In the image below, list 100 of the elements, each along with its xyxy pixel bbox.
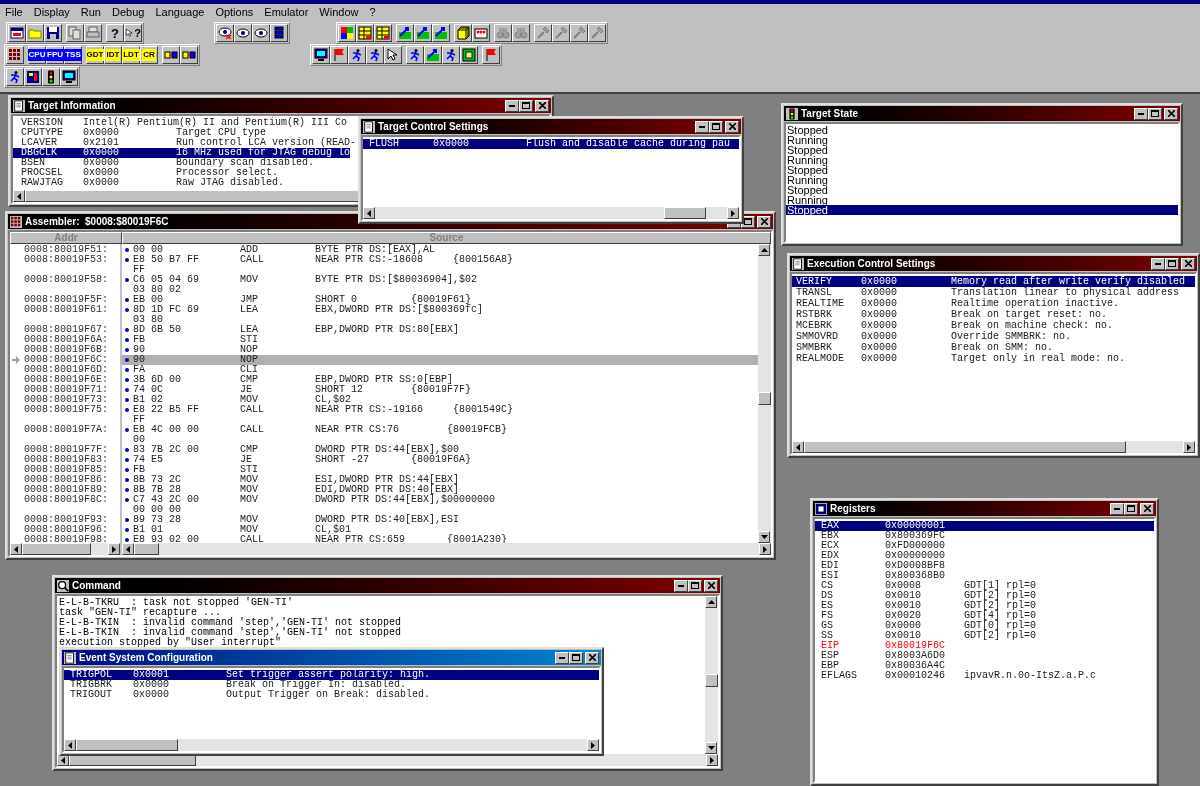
- instruction-row[interactable]: FB STI: [122, 335, 758, 345]
- scroll-right-button[interactable]: [759, 543, 771, 555]
- setting-row[interactable]: TRIGOUT 0x0000 Output Trigger on Break: disabled.: [64, 690, 599, 700]
- toolbar-button[interactable]: [330, 46, 348, 64]
- setting-row[interactable]: VERSION Intel(R) Pentium(R) II and Pentium(R) III Co: [13, 118, 348, 128]
- scrollbar-thumb[interactable]: [663, 207, 706, 219]
- close-button[interactable]: [535, 99, 549, 112]
- instruction-row[interactable]: E8 50 B7 FF FF CALL NEAR PTR CS:-18608 {800156A8}: [122, 255, 758, 275]
- scrollbar-thumb[interactable]: [758, 392, 771, 405]
- toolbar-button[interactable]: [374, 24, 392, 42]
- instruction-row[interactable]: 83 7B 2C 00 CMP DWORD PTR DS:44[EBX],$00: [122, 445, 758, 455]
- register-row[interactable]: EDX 0x00000000: [815, 551, 1154, 561]
- toolbar-button[interactable]: [442, 46, 460, 64]
- toolbar-button[interactable]: CR: [140, 46, 158, 64]
- register-row[interactable]: CS 0x0008 GDT[1] rpl=0: [815, 581, 1154, 591]
- scroll-down-button[interactable]: [758, 531, 770, 543]
- setting-row[interactable]: RAWJTAG 0x0000 Raw JTAG disabled.: [13, 178, 285, 188]
- toolbar-button[interactable]: ?: [106, 24, 124, 42]
- menu-item[interactable]: Emulator: [264, 3, 309, 21]
- state-row[interactable]: Stopped: [786, 205, 1178, 215]
- register-row[interactable]: SS 0x0010 GDT[2] rpl=0: [815, 631, 1154, 641]
- register-row[interactable]: EIP 0x80019F6C: [815, 641, 1154, 651]
- toolbar-button[interactable]: [216, 24, 234, 42]
- toolbar-button[interactable]: FPU: [46, 46, 64, 64]
- toolbar-button[interactable]: [414, 24, 432, 42]
- scrollbar-thumb[interactable]: [804, 441, 1127, 453]
- maximize-button[interactable]: [1124, 502, 1138, 515]
- menu-item[interactable]: ?: [369, 3, 376, 21]
- register-row[interactable]: EFLAGS 0x00010246 ipvavR.n.0o-ItsZ.a.P.c: [815, 671, 1154, 681]
- instruction-row[interactable]: B1 02 MOV CL,$02: [122, 395, 758, 405]
- register-row[interactable]: ESP 0x8003A6D0: [815, 651, 1154, 661]
- minimize-button[interactable]: [1151, 257, 1165, 270]
- register-row[interactable]: EBX 0x800369FC: [815, 531, 1154, 541]
- scroll-left-button[interactable]: [64, 739, 76, 751]
- toolbar-button[interactable]: [162, 46, 180, 64]
- scrollbar-thumb[interactable]: [76, 739, 179, 751]
- toolbar-button[interactable]: [472, 24, 490, 42]
- state-row[interactable]: Stopped: [786, 145, 1178, 155]
- scroll-up-button[interactable]: [705, 596, 717, 608]
- register-row[interactable]: EDI 0xD0008BF8: [815, 561, 1154, 571]
- setting-row[interactable]: TRIGPOL 0x0001 Set trigger assert polarity: high.: [64, 670, 599, 680]
- maximize-button[interactable]: [1148, 107, 1162, 120]
- toolbar-button[interactable]: CPU: [28, 46, 46, 64]
- instruction-row[interactable]: EB 00 JMP SHORT 0 {80019F61}: [122, 295, 758, 305]
- toolbar-button[interactable]: [366, 46, 384, 64]
- instruction-row[interactable]: 8D 1D FC 69 03 80 LEA EBX,DWORD PTR DS:[$800369fc]: [122, 305, 758, 325]
- toolbar-button[interactable]: [338, 24, 356, 42]
- menu-item[interactable]: File: [5, 3, 23, 21]
- toolbar-button[interactable]: [270, 24, 288, 42]
- register-row[interactable]: GS 0x0000 GDT[0] rpl=0: [815, 621, 1154, 631]
- state-row[interactable]: Running: [786, 135, 1178, 145]
- toolbar-button[interactable]: [6, 46, 24, 64]
- instruction-row[interactable]: E8 22 B5 FF FF CALL NEAR PTR CS:-19166 {8001549C}: [122, 405, 758, 425]
- setting-row[interactable]: LCAVER 0x2101 Run control LCA version (READ-: [13, 138, 357, 148]
- setting-row[interactable]: REALTIME 0x0000 Realtime operation inactive.: [792, 298, 1195, 309]
- register-row[interactable]: EBP 0x80036A4C: [815, 661, 1154, 671]
- setting-row[interactable]: PROCSEL 0x0000 Processor select.: [13, 168, 279, 178]
- setting-row[interactable]: RSTBRK 0x0000 Break on target reset: no.: [792, 309, 1195, 320]
- register-row[interactable]: EAX 0x00000001: [815, 521, 1154, 531]
- menu-item[interactable]: Window: [319, 3, 359, 21]
- scroll-right-button[interactable]: [727, 207, 739, 219]
- instruction-row[interactable]: 00 00 ADD BYTE PTR DS:[EAX],AL: [122, 245, 758, 255]
- close-button[interactable]: [1140, 502, 1154, 515]
- scroll-left-button[interactable]: [10, 543, 22, 555]
- scroll-right-button[interactable]: [587, 739, 599, 751]
- minimize-button[interactable]: [1134, 107, 1148, 120]
- instruction-row[interactable]: E8 4C 00 00 00 CALL NEAR PTR CS:76 {80019FCB}: [122, 425, 758, 445]
- menu-item[interactable]: Debug: [112, 3, 145, 21]
- toolbar-button[interactable]: [424, 46, 442, 64]
- scroll-left-button[interactable]: [13, 190, 25, 202]
- minimize-button[interactable]: [674, 579, 688, 592]
- minimize-button[interactable]: [555, 651, 569, 664]
- toolbar-button[interactable]: [234, 24, 252, 42]
- toolbar-button[interactable]: [42, 68, 60, 86]
- close-button[interactable]: [585, 651, 599, 664]
- setting-row[interactable]: VERIFY 0x0000 Memory read after write verify disabled: [792, 276, 1195, 287]
- menu-item[interactable]: Display: [33, 3, 70, 21]
- close-button[interactable]: [757, 215, 771, 228]
- toolbar-button[interactable]: [252, 24, 270, 42]
- state-row[interactable]: Stopped: [786, 125, 1178, 135]
- state-row[interactable]: Running: [786, 155, 1178, 165]
- state-row[interactable]: Running: [786, 175, 1178, 185]
- maximize-button[interactable]: [519, 99, 533, 112]
- state-row[interactable]: Running: [786, 195, 1178, 205]
- scroll-right-button[interactable]: [706, 754, 718, 766]
- instruction-row[interactable]: 89 73 28 MOV DWORD PTR DS:40[EBX],ESI: [122, 515, 758, 525]
- toolbar-button[interactable]: [180, 46, 198, 64]
- setting-row[interactable]: REALMODE 0x0000 Target only in real mode: no.: [792, 353, 1195, 364]
- menu-item[interactable]: Run: [80, 3, 101, 21]
- scroll-up-button[interactable]: [758, 244, 770, 256]
- setting-row[interactable]: SMMOVRD 0x0000 Override SMMBRK: no.: [792, 331, 1195, 342]
- close-button[interactable]: [725, 120, 739, 133]
- instruction-row[interactable]: 74 0C JE SHORT 12 {80019F7F}: [122, 385, 758, 395]
- toolbar-button[interactable]: [44, 24, 62, 42]
- close-button[interactable]: [1181, 257, 1195, 270]
- toolbar-button[interactable]: [396, 24, 414, 42]
- toolbar-button[interactable]: [482, 46, 500, 64]
- instruction-row[interactable]: 8D 6B 50 LEA EBP,DWORD PTR DS:80[EBX]: [122, 325, 758, 335]
- scroll-right-button[interactable]: [108, 543, 120, 555]
- instruction-row[interactable]: 90 NOP: [122, 355, 758, 365]
